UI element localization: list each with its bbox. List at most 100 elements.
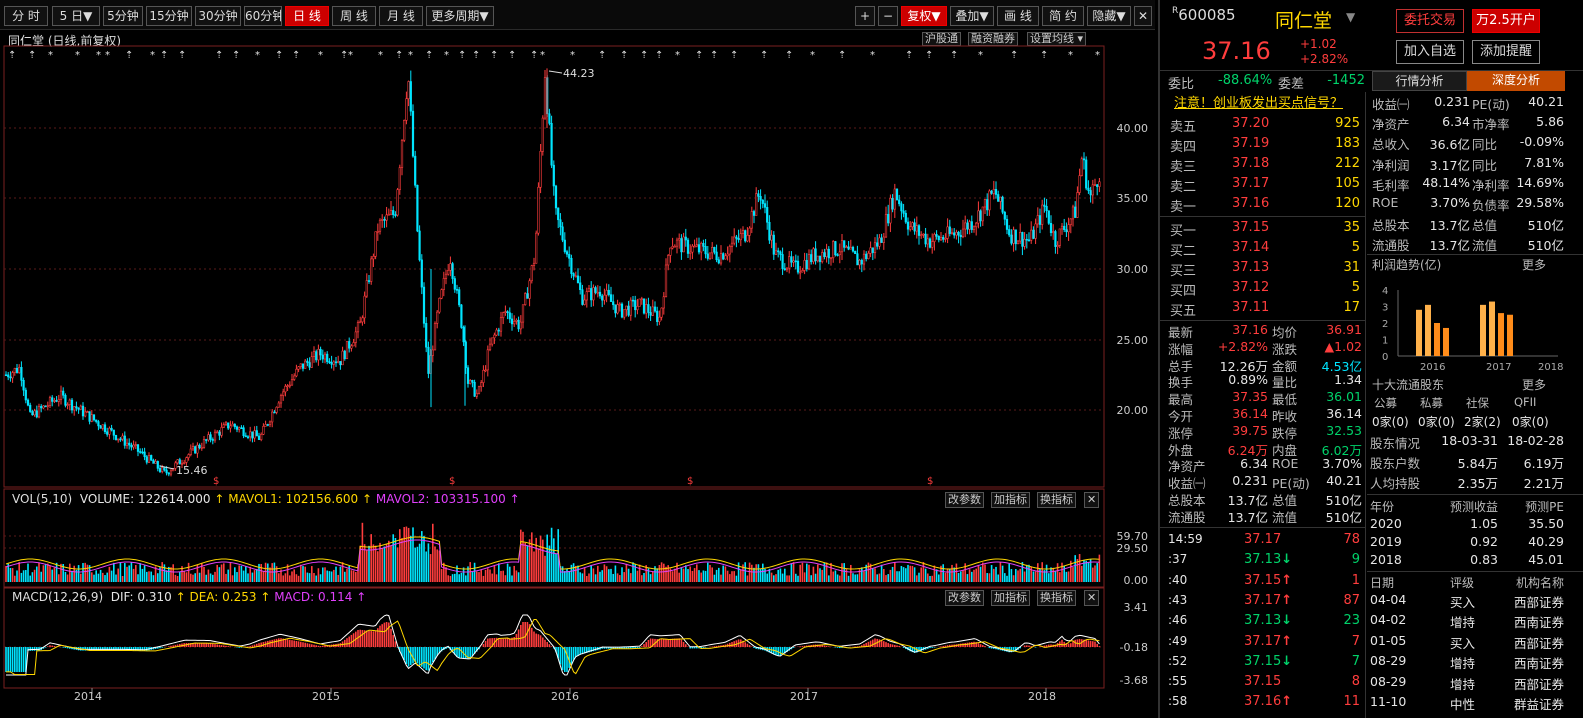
candle-body [62,390,65,396]
open-account-button[interactable]: 万2.5开户 [1472,9,1540,33]
volume-bar [20,572,23,582]
volume-bar [687,569,689,582]
vol-close-icon[interactable]: ✕ [1084,492,1100,508]
candle-body [216,431,219,434]
profit-bar [1507,314,1513,356]
candle-body [636,305,639,311]
candle-body [664,264,668,298]
candle-body [4,374,8,377]
candle-body [858,259,861,266]
holder-type-count: 2家(2) [1464,415,1501,429]
volume-bar [295,574,298,582]
vol-edit-params-button[interactable]: 改参数 [945,492,984,508]
candle-body [658,316,661,322]
add-watchlist-button[interactable]: 加入自选 [1396,40,1464,64]
candle-body [451,263,454,279]
volume-bar [704,570,707,582]
candle-body [471,380,474,383]
candle-body [455,289,459,291]
notice-link[interactable]: 注意！创业板发出买点信号？ [1174,92,1343,111]
volume-bar [720,574,722,582]
vol-add-indicator-button[interactable]: 加指标 [991,492,1030,508]
volume-bar [333,569,335,582]
vol-switch-indicator-button[interactable]: 换指标 [1037,492,1076,508]
macd-edit-params-button[interactable]: 改参数 [945,590,984,606]
candle-body [653,306,657,312]
dropdown-arrow-icon[interactable]: ▼ [1346,10,1355,24]
volume-bar [612,573,614,582]
macd-add-indicator-button[interactable]: 加指标 [991,590,1030,606]
volume-bar [245,566,247,582]
candle-body [1023,238,1026,247]
candle-body [295,368,298,377]
macd-switch-indicator-button[interactable]: 换指标 [1037,590,1076,606]
holders-more-link[interactable]: 更多 [1522,376,1546,393]
candle-body [513,321,516,325]
candle-body [7,374,10,378]
volume-bar [157,573,159,582]
volume-bar [1059,572,1061,582]
rating-broker: 西部证券 [1513,676,1564,692]
candle-body [904,212,907,223]
volume-bar [788,575,790,582]
volume-bar [960,571,962,582]
tick-volume: 8 [1351,674,1360,690]
volume-bar [542,539,544,582]
candle-body [378,219,382,232]
candle-body [607,289,610,295]
holder-row-value: 18-03-31 [1441,433,1498,448]
volume-bar [935,569,938,582]
candle-body [854,250,857,255]
dividend-marker: $ [687,476,693,487]
volume-bar [548,545,551,582]
rating-head: 评级 [1450,576,1475,590]
macd-panel-header: MACD(12,26,9) DIF: 0.310 ↑ DEA: 0.253 ↑ … [12,590,367,604]
candle-body [867,252,870,260]
volume-bar [762,563,764,582]
tab-deep-analysis[interactable]: 深度分析 [1467,71,1565,91]
macd-close-icon[interactable]: ✕ [1084,590,1100,606]
candle-body [400,139,404,168]
volume-bar [302,566,304,582]
stat-label: 流值 [1272,509,1298,525]
volume-bar [1017,570,1019,582]
candle-body [13,367,16,373]
tick-price-value: 37.15 [1244,572,1282,588]
rating-broker: 西部证券 [1513,595,1564,610]
candle-body [130,444,133,448]
volume-bar [223,563,225,582]
trade-button[interactable]: 委托交易 [1396,9,1464,33]
forecast-pe: 45.01 [1528,552,1564,567]
volume-bar [1010,569,1013,582]
wc-label: 委差 [1278,77,1305,92]
tab-market-analysis[interactable]: 行情分析 [1372,71,1467,91]
volume-bar [957,573,960,582]
rating-grade: 中性 [1450,697,1476,712]
volume-bar [588,573,590,582]
candle-body [55,400,58,402]
volume-bar [293,569,295,582]
candle-body [889,197,892,224]
wb-label: 委比 [1168,77,1195,92]
volume-bar [271,563,273,582]
volume-bar [876,574,878,582]
candle-body [799,271,802,274]
fund-value: 13.7亿 [1429,238,1470,254]
tick-price-value: 37.17 [1244,532,1282,547]
volume-bar [834,570,837,582]
forecast-head: 预测收益 [1449,500,1498,514]
candle-body [266,424,269,426]
holder-type-count: 0家(0) [1418,415,1455,429]
volume-bar [707,562,709,582]
volume-bar [885,575,887,582]
candle-body [1078,175,1081,193]
profit-more-link[interactable]: 更多 [1522,256,1546,273]
volume-bar [911,565,914,582]
candle-body [33,410,36,416]
add-alert-button[interactable]: 添加提醒 [1472,40,1540,64]
candle-body [143,451,146,458]
candle-body [416,184,419,232]
fund-label: 流值 [1472,238,1498,254]
profit-y-tick: 0 [1382,352,1388,363]
volume-bar [282,575,284,582]
